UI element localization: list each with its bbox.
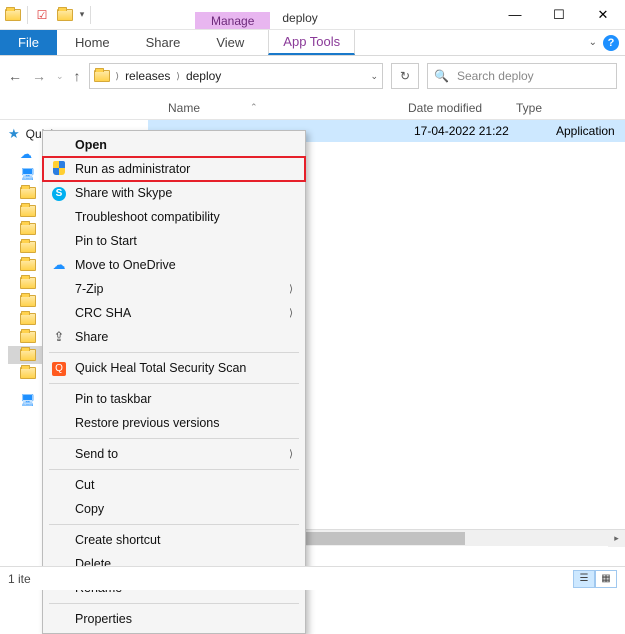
onedrive-icon: ☁ <box>51 257 67 273</box>
title-bar: ☑ ▾ Manage deploy — ☐ ✕ <box>0 0 625 30</box>
menu-cut[interactable]: Cut <box>43 473 305 497</box>
menu-copy[interactable]: Copy <box>43 497 305 521</box>
address-dropdown-icon[interactable]: ⌄ <box>370 71 378 82</box>
file-type: Application <box>556 124 615 138</box>
window-controls: — ☐ ✕ <box>493 0 625 29</box>
qat-folder-icon[interactable] <box>2 4 24 26</box>
column-type[interactable]: Type <box>516 101 625 115</box>
recent-locations-dropdown[interactable]: ⌄ <box>56 71 64 82</box>
tab-file[interactable]: File <box>0 30 57 55</box>
forward-button[interactable]: → <box>32 68 46 84</box>
title-tabs: Manage deploy <box>95 0 493 29</box>
tab-home[interactable]: Home <box>57 30 128 55</box>
menu-create-shortcut[interactable]: Create shortcut <box>43 528 305 552</box>
menu-separator <box>49 603 299 604</box>
sort-indicator-icon: ⌃ <box>250 102 258 113</box>
share-icon: ⇪ <box>51 329 67 345</box>
refresh-button[interactable]: ↻ <box>391 63 419 89</box>
menu-send-to[interactable]: Send to⟩ <box>43 442 305 466</box>
chevron-right-icon: ⟩ <box>289 449 293 460</box>
star-icon: ★ <box>8 126 20 142</box>
window-title: deploy <box>270 7 329 29</box>
item-count: 1 ite <box>8 572 31 586</box>
menu-separator <box>49 469 299 470</box>
monitor-icon: 🖥 <box>20 167 35 181</box>
folder-icon <box>20 349 36 361</box>
search-icon: 🔍 <box>434 69 449 83</box>
menu-share-with-skype[interactable]: S Share with Skype <box>43 181 305 205</box>
status-bar: 1 ite ☰ ▦ <box>0 566 625 590</box>
tab-share[interactable]: Share <box>128 30 199 55</box>
chevron-right-icon[interactable]: ⟩ <box>116 71 120 82</box>
menu-pin-to-taskbar[interactable]: Pin to taskbar <box>43 387 305 411</box>
chevron-right-icon[interactable]: ⟩ <box>176 71 180 82</box>
folder-icon <box>20 205 36 217</box>
menu-troubleshoot-compatibility[interactable]: Troubleshoot compatibility <box>43 205 305 229</box>
menu-separator <box>49 383 299 384</box>
ribbon-tabs: File Home Share View App Tools ⌄ ? <box>0 30 625 56</box>
menu-separator <box>49 524 299 525</box>
details-view-button[interactable]: ☰ <box>573 570 595 588</box>
navigation-row: ← → ⌄ ↑ ⟩ releases ⟩ deploy ⌄ ↻ 🔍 <box>0 56 625 96</box>
folder-icon <box>20 331 36 343</box>
folder-icon <box>20 277 36 289</box>
breadcrumb-releases[interactable]: releases <box>125 69 170 83</box>
menu-crc-sha[interactable]: CRC SHA⟩ <box>43 301 305 325</box>
file-date: 17-04-2022 21:22 <box>414 124 509 138</box>
qat-newfolder-icon[interactable] <box>54 4 76 26</box>
icons-view-button[interactable]: ▦ <box>595 570 617 588</box>
close-button[interactable]: ✕ <box>581 1 625 29</box>
folder-icon <box>20 367 36 379</box>
quick-access-toolbar: ☑ ▾ <box>0 0 95 29</box>
menu-restore-previous-versions[interactable]: Restore previous versions <box>43 411 305 435</box>
back-button[interactable]: ← <box>8 68 22 84</box>
monitor-icon: 🖥 <box>20 393 35 407</box>
skype-icon: S <box>51 185 67 201</box>
context-menu: Open Run as administrator S Share with S… <box>42 130 306 634</box>
ribbon-expand-icon[interactable]: ⌄ <box>589 37 597 48</box>
up-button[interactable]: ↑ <box>74 68 81 84</box>
menu-open[interactable]: Open <box>43 133 305 157</box>
tab-view[interactable]: View <box>198 30 262 55</box>
help-icon[interactable]: ? <box>603 35 619 51</box>
folder-icon <box>20 295 36 307</box>
menu-separator <box>49 352 299 353</box>
column-headers: Name ⌃ Date modified Type <box>0 96 625 120</box>
folder-icon <box>20 241 36 253</box>
folder-icon <box>20 187 36 199</box>
breadcrumb-deploy[interactable]: deploy <box>186 69 221 83</box>
menu-quick-heal-scan[interactable]: Q Quick Heal Total Security Scan <box>43 356 305 380</box>
menu-move-to-onedrive[interactable]: ☁ Move to OneDrive <box>43 253 305 277</box>
chevron-right-icon: ⟩ <box>289 284 293 295</box>
folder-icon <box>20 223 36 235</box>
address-bar[interactable]: ⟩ releases ⟩ deploy ⌄ <box>89 63 383 89</box>
chevron-right-icon: ⟩ <box>289 308 293 319</box>
scroll-right-button[interactable]: ▸ <box>608 530 625 547</box>
menu-properties[interactable]: Properties <box>43 607 305 631</box>
menu-run-as-administrator[interactable]: Run as administrator <box>43 157 305 181</box>
onedrive-icon: ☁ <box>20 147 32 161</box>
folder-icon <box>20 313 36 325</box>
column-date-modified[interactable]: Date modified <box>408 101 516 115</box>
menu-share[interactable]: ⇪ Share <box>43 325 305 349</box>
shield-icon <box>51 161 67 178</box>
search-input[interactable] <box>455 68 614 84</box>
search-box[interactable]: 🔍 <box>427 63 617 89</box>
minimize-button[interactable]: — <box>493 1 537 29</box>
qat-customize-dropdown[interactable]: ▾ <box>77 4 87 26</box>
qat-properties-icon[interactable]: ☑ <box>31 4 53 26</box>
maximize-button[interactable]: ☐ <box>537 1 581 29</box>
folder-icon <box>20 259 36 271</box>
address-folder-icon <box>94 70 110 82</box>
menu-separator <box>49 438 299 439</box>
contextual-tab-manage[interactable]: Manage <box>195 12 270 29</box>
quickheal-icon: Q <box>51 360 67 376</box>
tab-app-tools[interactable]: App Tools <box>268 30 355 55</box>
column-name[interactable]: Name <box>168 101 200 115</box>
menu-7zip[interactable]: 7-Zip⟩ <box>43 277 305 301</box>
menu-pin-to-start[interactable]: Pin to Start <box>43 229 305 253</box>
